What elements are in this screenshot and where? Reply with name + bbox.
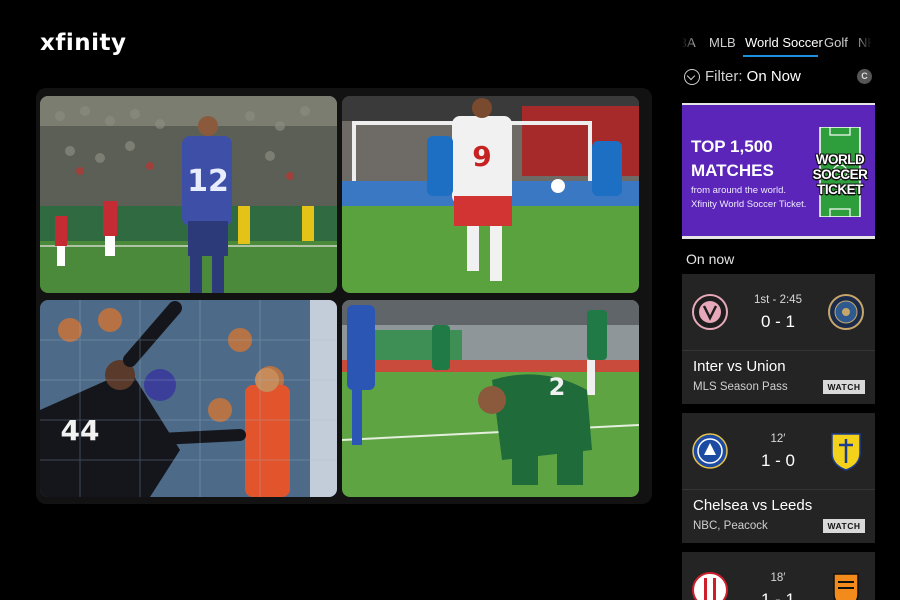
- video-tile-2[interactable]: 9: [342, 96, 639, 293]
- match-score: 1 - 0: [760, 451, 796, 470]
- video-tile-1[interactable]: 12: [40, 96, 337, 293]
- match-card[interactable]: 1st - 2:45 0 - 1 Inter vs Union MLS Seas…: [682, 274, 875, 404]
- logo-word-1: WORLD: [815, 152, 865, 167]
- world-soccer-ticket-promo[interactable]: TOP 1,500 MATCHES from around the world.…: [682, 103, 875, 239]
- goalkeeper-save-scene: 44: [40, 300, 337, 497]
- card-divider: [682, 489, 875, 490]
- inter-miami-crest-icon: [692, 292, 728, 332]
- match-card[interactable]: 12′ 1 - 0 Chelsea vs Leeds NBC, Peacock …: [682, 413, 875, 543]
- tab-mlb[interactable]: MLB: [709, 35, 736, 50]
- tab-golf[interactable]: Golf: [824, 35, 848, 50]
- match-score: 1 - 1: [760, 590, 796, 600]
- tab-world-soccer[interactable]: World Soccer: [745, 35, 823, 50]
- goalkeeper-scene: 12: [40, 96, 337, 293]
- world-soccer-ticket-logo: WORLD SOCCER TICKET: [812, 127, 868, 217]
- logo-word-3: TICKET: [817, 182, 863, 197]
- attack-scene: 9: [342, 96, 639, 293]
- match-teams: Inter vs Union: [693, 358, 786, 375]
- tab-nba[interactable]: NBA: [682, 35, 696, 50]
- xfinity-logo: xfinity: [40, 30, 127, 56]
- match-channel: NBC, Peacock: [693, 520, 768, 532]
- girona-crest-icon: [692, 570, 728, 600]
- watch-button[interactable]: WATCH: [823, 380, 865, 394]
- jersey-number: 44: [61, 414, 100, 447]
- leeds-crest-icon: [828, 431, 864, 471]
- dejected-player-scene: 2: [342, 300, 639, 497]
- watch-button[interactable]: WATCH: [823, 519, 865, 533]
- match-teams: Chelsea vs Leeds: [693, 497, 813, 514]
- active-tab-indicator: [743, 55, 818, 57]
- filter-label: Filter: On Now: [705, 68, 801, 85]
- valencia-crest-icon: [828, 570, 864, 600]
- match-status: 1st - 2:45: [754, 294, 802, 306]
- video-tile-4[interactable]: 2: [342, 300, 639, 497]
- match-channel: MLS Season Pass: [693, 381, 788, 393]
- filter-row[interactable]: Filter: On Now C: [684, 66, 874, 90]
- logo-word-2: SOCCER: [812, 167, 868, 182]
- match-status: 12′: [770, 433, 786, 445]
- jersey-number: 12: [187, 164, 229, 199]
- tab-nhl[interactable]: NHL: [858, 35, 872, 50]
- chelsea-crest-icon: [692, 431, 728, 471]
- section-title-on-now: On now: [686, 251, 735, 267]
- jersey-number: 2: [549, 373, 566, 401]
- multiview-panel: 12 9 44 2: [36, 88, 652, 504]
- jersey-number: 9: [472, 140, 491, 173]
- filter-clear-button[interactable]: C: [857, 69, 872, 84]
- sport-tabs: NBA MLB World Soccer Golf NHL: [682, 30, 872, 60]
- match-score: 0 - 1: [760, 312, 796, 331]
- promo-subtitle: from around the world. Xfinity World Soc…: [691, 185, 807, 210]
- app-root: xfinity 12 9 44 2 BA MLB World Soccer Go…: [0, 0, 900, 600]
- card-divider: [682, 350, 875, 351]
- promo-title: TOP 1,500 MATCHES: [691, 137, 774, 180]
- filter-value: On Now: [746, 68, 801, 85]
- video-tile-3[interactable]: 44: [40, 300, 337, 497]
- philadelphia-union-crest-icon: [828, 292, 864, 332]
- chevron-down-icon: [684, 69, 700, 85]
- match-status: 18′: [770, 572, 786, 584]
- match-card[interactable]: 18′ 1 - 1: [682, 552, 875, 600]
